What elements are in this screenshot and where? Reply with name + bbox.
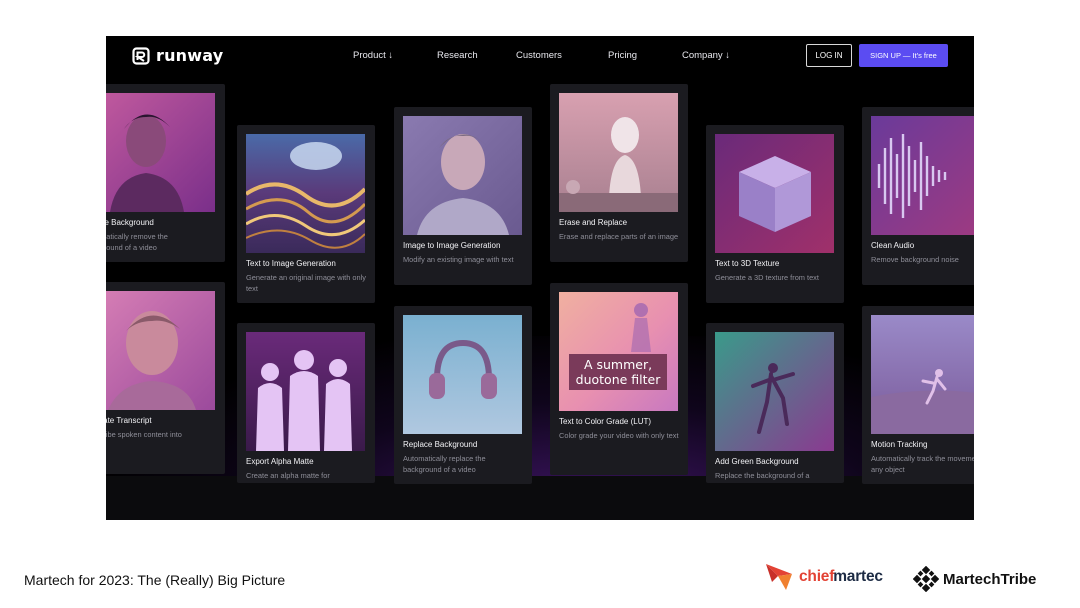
card-description: Modify an existing image with text [403, 255, 514, 264]
card-description: Create an alpha matte for [246, 471, 330, 480]
waveform-thumbnail [871, 116, 974, 235]
runway-logo[interactable]: runway [132, 46, 223, 65]
card-clean-audio[interactable]: Clean Audio Remove background noise [862, 107, 974, 285]
card-description: Remove background noise [871, 255, 959, 264]
card-title: Export Alpha Matte [246, 457, 314, 466]
bust-statue-thumbnail [559, 93, 678, 212]
card-export-alpha-matte[interactable]: Export Alpha Matte Create an alpha matte… [237, 323, 375, 483]
nav-pricing[interactable]: Pricing [608, 50, 637, 61]
dancer-thumbnail [715, 332, 834, 451]
color-grade-thumbnail: A summer, duotone filter [559, 292, 678, 411]
presentation-slide: runway Product ↓ Research Customers Pric… [0, 0, 1080, 608]
card-title: Image to Image Generation [403, 241, 501, 250]
chiefmartec-word-martec: martec [833, 568, 883, 585]
svg-text:duotone filter: duotone filter [576, 372, 662, 387]
top-navigation: runway Product ↓ Research Customers Pric… [106, 36, 974, 76]
card-text-to-3d-texture[interactable]: Text to 3D Texture Generate a 3D texture… [706, 125, 844, 303]
abstract-waves-thumbnail [246, 134, 365, 253]
runway-website-screenshot: runway Product ↓ Research Customers Pric… [106, 36, 974, 520]
martechtribe-wordmark: MartechTribe [943, 570, 1037, 588]
card-text-to-image[interactable]: Text to Image Generation Generate an ori… [237, 125, 375, 303]
martechtribe-logo: MartechTribe [913, 566, 1036, 592]
portrait-thumbnail [106, 291, 215, 410]
card-description: omatically remove the kground of a video [106, 232, 168, 252]
card-title: Text to 3D Texture [715, 259, 780, 268]
chiefmartec-logo: chief martec [766, 562, 883, 592]
portrait-thumbnail [106, 93, 215, 212]
card-description: Automatically replace the background of … [403, 454, 486, 474]
svg-text:A summer,: A summer, [584, 357, 652, 372]
card-description: Replace the background of a [715, 471, 810, 480]
card-add-green-background[interactable]: Add Green Background Replace the backgro… [706, 323, 844, 483]
card-title: Clean Audio [871, 241, 915, 250]
card-generate-transcript[interactable]: erate Transcript scribe spoken content i… [106, 282, 225, 474]
silhouettes-thumbnail [246, 332, 365, 451]
card-description: scribe spoken content into [106, 430, 182, 439]
card-title: Replace Background [403, 440, 478, 449]
card-title: Text to Image Generation [246, 259, 336, 268]
slide-title: Martech for 2023: The (Really) Big Pictu… [24, 572, 286, 588]
cube-thumbnail [715, 134, 834, 253]
chiefmartec-chevron-icon [766, 564, 792, 590]
signup-button[interactable]: SIGN UP — It's free [859, 44, 948, 67]
brand-name: runway [156, 46, 224, 65]
card-title: Motion Tracking [871, 440, 928, 449]
card-description: Color grade your video with only text [559, 431, 679, 440]
martechtribe-diamond-icon [913, 566, 939, 592]
card-replace-background[interactable]: Replace Background Automatically replace… [394, 306, 532, 484]
nav-company[interactable]: Company ↓ [682, 50, 730, 61]
card-description: Erase and replace parts of an image [559, 232, 679, 241]
card-text-to-color-grade[interactable]: A summer, duotone filter Text to Color G… [550, 283, 688, 475]
card-title: ove Background [106, 218, 154, 227]
card-title: Erase and Replace [559, 218, 628, 227]
card-erase-and-replace[interactable]: Erase and Replace Erase and replace part… [550, 84, 688, 262]
headphones-thumbnail [403, 315, 522, 434]
skater-thumbnail [871, 315, 974, 434]
nav-research[interactable]: Research [437, 50, 478, 61]
nav-customers[interactable]: Customers [516, 50, 562, 61]
nav-product[interactable]: Product ↓ [353, 50, 393, 61]
card-title: erate Transcript [106, 416, 152, 425]
runway-logo-icon [132, 46, 150, 65]
chiefmartec-word-chief: chief [799, 568, 835, 585]
card-description: Automatically track the movement of any … [871, 454, 974, 474]
card-title: Add Green Background [715, 457, 799, 466]
login-button[interactable]: LOG IN [806, 44, 852, 67]
card-image-to-image[interactable]: Image to Image Generation Modify an exis… [394, 107, 532, 285]
card-remove-background[interactable]: ove Background omatically remove the kgr… [106, 84, 225, 262]
card-description: Generate a 3D texture from text [715, 273, 819, 282]
page-bottom-band [106, 476, 974, 520]
card-motion-tracking[interactable]: Motion Tracking Automatically track the … [862, 306, 974, 484]
portrait-thumbnail [403, 116, 522, 235]
card-title: Text to Color Grade (LUT) [559, 417, 652, 426]
card-description: Generate an original image with only tex… [246, 273, 366, 293]
